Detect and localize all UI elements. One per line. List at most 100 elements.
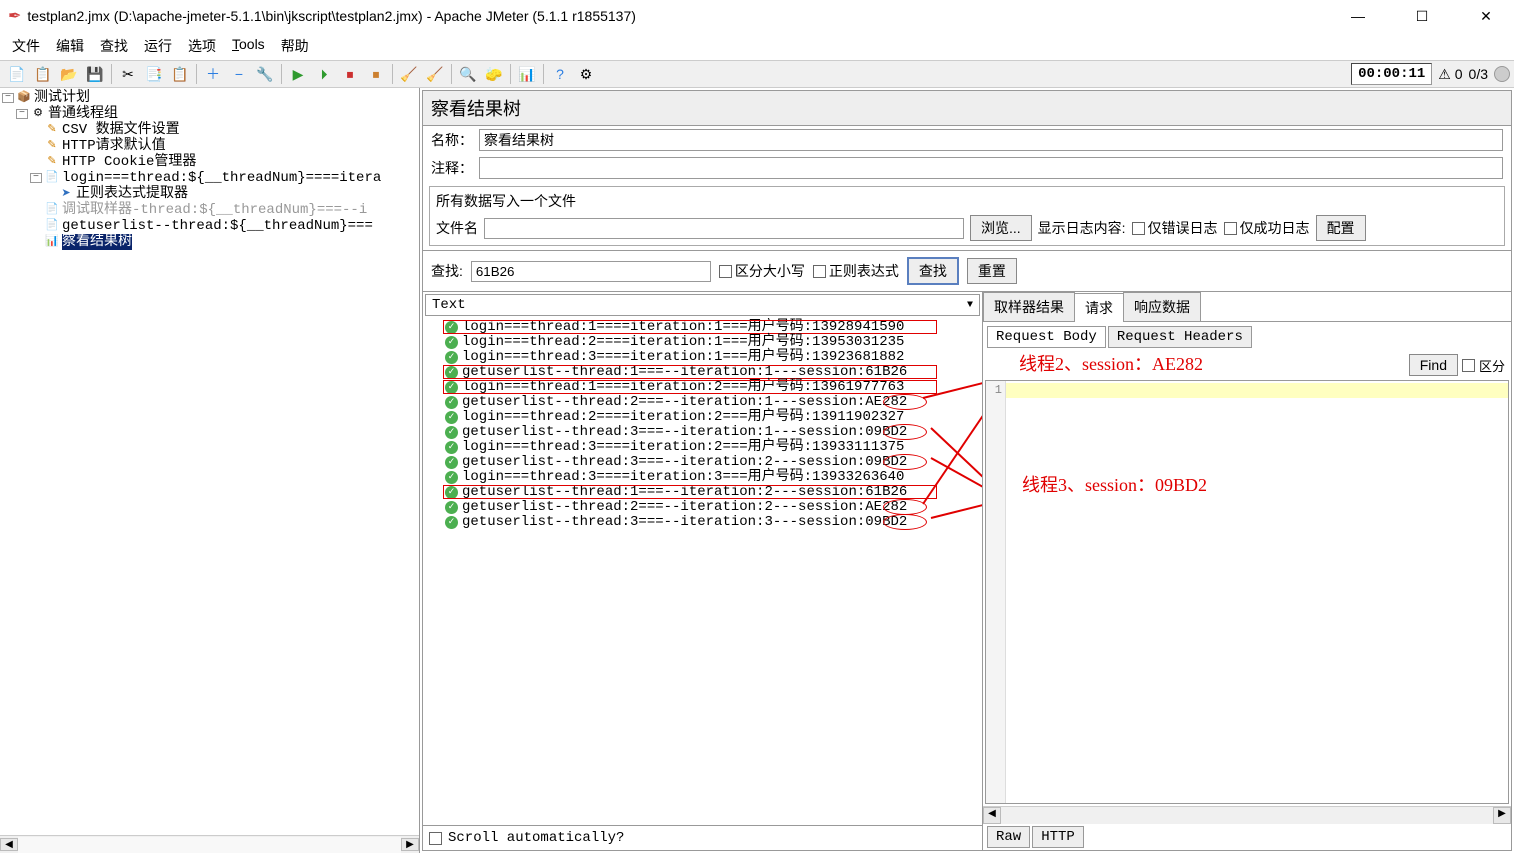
result-row[interactable]: ✓getuserlist--thread:3===--iteration:3--…: [427, 515, 978, 530]
scroll-auto-checkbox[interactable]: [429, 832, 442, 845]
success-only-checkbox[interactable]: 仅成功日志: [1224, 218, 1310, 238]
result-row[interactable]: ✓login===thread:1====iteration:1===用户号码:…: [427, 320, 978, 335]
whats-this-icon[interactable]: ⚙: [574, 63, 598, 85]
result-row[interactable]: ✓login===thread:2====iteration:1===用户号码:…: [427, 335, 978, 350]
wrench-icon[interactable]: 🔧: [253, 63, 277, 85]
paste-icon[interactable]: 📋: [168, 63, 192, 85]
tree-hscrollbar[interactable]: ◀ ▶: [0, 835, 419, 853]
function-helper-icon[interactable]: 📊: [515, 63, 539, 85]
menu-tools[interactable]: Tools: [226, 34, 271, 58]
result-row[interactable]: ✓login===thread:1====iteration:2===用户号码:…: [427, 380, 978, 395]
remove-icon[interactable]: −: [227, 63, 251, 85]
tab-raw[interactable]: Raw: [987, 826, 1030, 848]
new-icon[interactable]: 📄: [5, 63, 29, 85]
collapse-icon[interactable]: −: [2, 93, 14, 103]
success-icon: ✓: [445, 381, 458, 394]
tree-threadgroup[interactable]: 普通线程组: [48, 106, 118, 122]
clear-all-icon[interactable]: 🧹: [423, 63, 447, 85]
menu-run[interactable]: 运行: [138, 34, 178, 58]
result-label: login===thread:1====iteration:1===用户号码:1…: [462, 320, 904, 335]
result-row[interactable]: ✓getuserlist--thread:3===--iteration:1--…: [427, 425, 978, 440]
tree-testplan[interactable]: 测试计划: [34, 90, 90, 106]
open-icon[interactable]: 📂: [57, 63, 81, 85]
menu-options[interactable]: 选项: [182, 34, 222, 58]
filename-label: 文件名: [436, 218, 478, 238]
result-row[interactable]: ✓login===thread:2====iteration:2===用户号码:…: [427, 410, 978, 425]
result-row[interactable]: ✓getuserlist--thread:2===--iteration:1--…: [427, 395, 978, 410]
stop-icon[interactable]: ⏹: [338, 63, 362, 85]
scroll-auto-label: Scroll automatically?: [448, 830, 624, 846]
tree-login[interactable]: login===thread:${__threadNum}====itera: [62, 170, 381, 186]
reset-search-icon[interactable]: 🧽: [482, 63, 506, 85]
tab-response[interactable]: 响应数据: [1123, 292, 1201, 321]
result-label: getuserlist--thread:2===--iteration:1---…: [462, 395, 907, 410]
help-icon[interactable]: ?: [548, 63, 572, 85]
scroll-left-icon[interactable]: ◀: [983, 807, 1001, 824]
subtab-request-body[interactable]: Request Body: [987, 326, 1106, 348]
templates-icon[interactable]: 📋: [31, 63, 55, 85]
tree-httpdefaults[interactable]: HTTP请求默认值: [62, 138, 166, 154]
menu-search[interactable]: 查找: [94, 34, 134, 58]
copy-icon[interactable]: 📑: [142, 63, 166, 85]
configure-button[interactable]: 配置: [1316, 215, 1366, 241]
result-row[interactable]: ✓login===thread:3====iteration:2===用户号码:…: [427, 440, 978, 455]
close-button[interactable]: ✕: [1466, 8, 1506, 25]
tab-request[interactable]: 请求: [1074, 293, 1124, 322]
regex-checkbox[interactable]: 正则表达式: [813, 261, 899, 281]
clear-icon[interactable]: 🧹: [397, 63, 421, 85]
menu-edit[interactable]: 编辑: [50, 34, 90, 58]
tab-sampler-result[interactable]: 取样器结果: [983, 292, 1075, 321]
name-field[interactable]: [479, 129, 1503, 151]
search-input[interactable]: [471, 261, 711, 282]
renderer-dropdown[interactable]: Text▼: [425, 294, 980, 316]
shutdown-icon[interactable]: ⏹: [364, 63, 388, 85]
success-icon: ✓: [445, 411, 458, 424]
find-button[interactable]: 查找: [907, 257, 959, 285]
subtab-request-headers[interactable]: Request Headers: [1108, 326, 1252, 348]
result-label: getuserlist--thread:2===--iteration:2---…: [462, 500, 907, 515]
test-plan-tree[interactable]: −📦测试计划 −⚙普通线程组 ✎CSV 数据文件设置 ✎HTTP请求默认值 ✎H…: [0, 88, 419, 835]
cut-icon[interactable]: ✂: [116, 63, 140, 85]
body-hscrollbar[interactable]: ◀ ▶: [983, 806, 1511, 824]
collapse-icon[interactable]: −: [30, 173, 42, 183]
result-row[interactable]: ✓getuserlist--thread:1===--iteration:2--…: [427, 485, 978, 500]
case-sensitive-checkbox[interactable]: 区分大小写: [719, 261, 805, 281]
result-row[interactable]: ✓getuserlist--thread:3===--iteration:2--…: [427, 455, 978, 470]
find-checkbox[interactable]: [1462, 359, 1475, 372]
menu-file[interactable]: 文件: [6, 34, 46, 58]
result-row[interactable]: ✓login===thread:3====iteration:3===用户号码:…: [427, 470, 978, 485]
filename-field[interactable]: [484, 218, 964, 239]
tree-viewtree[interactable]: 察看结果树: [62, 234, 132, 250]
scroll-left-icon[interactable]: ◀: [0, 838, 18, 851]
save-icon[interactable]: 💾: [83, 63, 107, 85]
collapse-icon[interactable]: −: [16, 109, 28, 119]
scroll-right-icon[interactable]: ▶: [1493, 807, 1511, 824]
write-file-fieldset: 所有数据写入一个文件 文件名 浏览... 显示日志内容: 仅错误日志 仅成功日志…: [429, 186, 1505, 246]
error-only-checkbox[interactable]: 仅错误日志: [1132, 218, 1218, 238]
tree-csv[interactable]: CSV 数据文件设置: [62, 122, 180, 138]
comment-field[interactable]: [479, 157, 1503, 179]
start-icon[interactable]: ▶: [286, 63, 310, 85]
add-icon[interactable]: ＋: [201, 63, 225, 85]
success-icon: ✓: [445, 426, 458, 439]
results-list[interactable]: ✓ login===thread:1====iteration:1===用户号码:…: [423, 318, 982, 825]
menu-help[interactable]: 帮助: [275, 34, 315, 58]
minimize-button[interactable]: —: [1338, 8, 1378, 25]
result-row[interactable]: ✓getuserlist--thread:1===--iteration:1--…: [427, 365, 978, 380]
tree-getuserlist[interactable]: getuserlist--thread:${__threadNum}===: [62, 218, 373, 234]
find-in-body-button[interactable]: Find: [1409, 354, 1458, 376]
tree-regex[interactable]: 正则表达式提取器: [76, 186, 188, 202]
tree-cookie[interactable]: HTTP Cookie管理器: [62, 154, 196, 170]
browse-button[interactable]: 浏览...: [970, 215, 1032, 241]
tab-http[interactable]: HTTP: [1032, 826, 1084, 848]
request-body-area[interactable]: 1 线程3、session：09BD2: [985, 380, 1509, 804]
reset-button[interactable]: 重置: [967, 258, 1017, 284]
scroll-right-icon[interactable]: ▶: [401, 838, 419, 851]
maximize-button[interactable]: ☐: [1402, 8, 1442, 25]
result-row[interactable]: ✓getuserlist--thread:2===--iteration:2--…: [427, 500, 978, 515]
result-row[interactable]: ✓login===thread:3====iteration:1===用户号码:…: [427, 350, 978, 365]
start-notimers-icon[interactable]: ⏵: [312, 63, 336, 85]
tree-debug[interactable]: 调试取样器-thread:${__threadNum}===--i: [62, 202, 367, 218]
panel-title: 察看结果树: [423, 91, 1511, 126]
search-icon[interactable]: 🔍: [456, 63, 480, 85]
